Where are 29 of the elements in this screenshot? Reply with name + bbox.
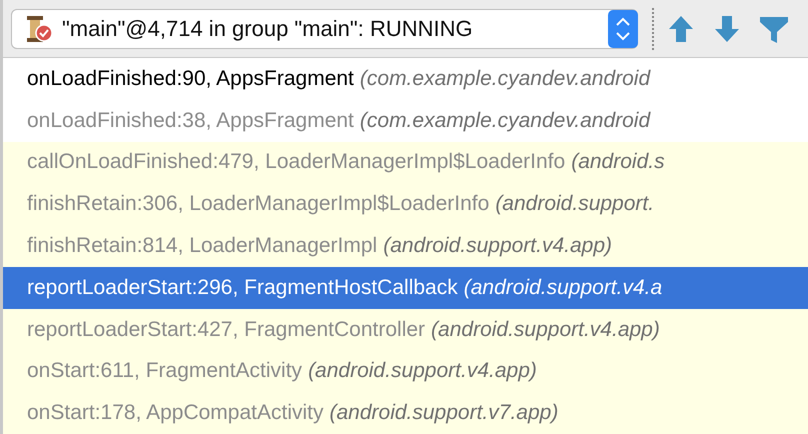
frame-method: onLoadFinished:38, AppsFragment [27,108,354,133]
stack-frame-row[interactable]: finishRetain:814, LoaderManagerImpl (android.support.v4.app) [3,225,808,267]
frame-package: (android.support.v4.app) [431,318,660,342]
frame-package: (com.example.cyandev.android [360,66,650,91]
frame-method: onStart:178, AppCompatActivity [27,401,324,426]
frame-package: (android.support.v4.app) [308,359,537,384]
frame-package: (android.support.v4.app) [383,234,612,258]
thread-dropdown[interactable]: "main"@4,714 in group "main": RUNNING [11,8,638,48]
stack-frame-row[interactable]: callOnLoadFinished:479, LoaderManagerImpl$LoaderInfo (android.s [3,142,808,184]
frame-method: reportLoaderStart:427, FragmentController [27,318,426,342]
frame-package: (android.support.v4.a [464,276,662,300]
frame-method: finishRetain:306, LoaderManagerImpl$LoaderInfo [27,192,490,216]
spool-icon [24,14,54,44]
stack-frame-row[interactable]: reportLoaderStart:427, FragmentController (android.support.v4.app) [3,308,808,351]
stack-frame-row[interactable]: finishRetain:306, LoaderManagerImpl$LoaderInfo (android.support. [3,183,808,226]
dropdown-stepper-icon [608,10,638,48]
stack-frame-row[interactable]: onStart:611, FragmentActivity (android.support.v4.app) [3,350,808,392]
frame-method: onStart:611, FragmentActivity [27,359,302,384]
frame-method: onLoadFinished:90, AppsFragment [27,66,354,91]
frame-method: callOnLoadFinished:479, LoaderManagerImpl$LoaderInfo [27,150,566,174]
frame-package: (android.s [571,150,665,174]
frame-package: (android.support. [495,192,654,216]
frame-method: finishRetain:814, LoaderManagerImpl [27,234,378,258]
frame-package: (android.support.v7.app) [330,401,558,426]
stack-frame-row[interactable]: onStart:178, AppCompatActivity (android.support.v7.app) [3,392,808,434]
frame-method: reportLoaderStart:296, FragmentHostCallback [27,276,458,300]
thread-name: "main"@4,714 in group "main": RUNNING [62,16,474,42]
frame-package: (com.example.cyandev.android [360,108,650,133]
stack-frame-row[interactable]: reportLoaderStart:296, FragmentHostCallback (android.support.v4.a [3,266,808,309]
